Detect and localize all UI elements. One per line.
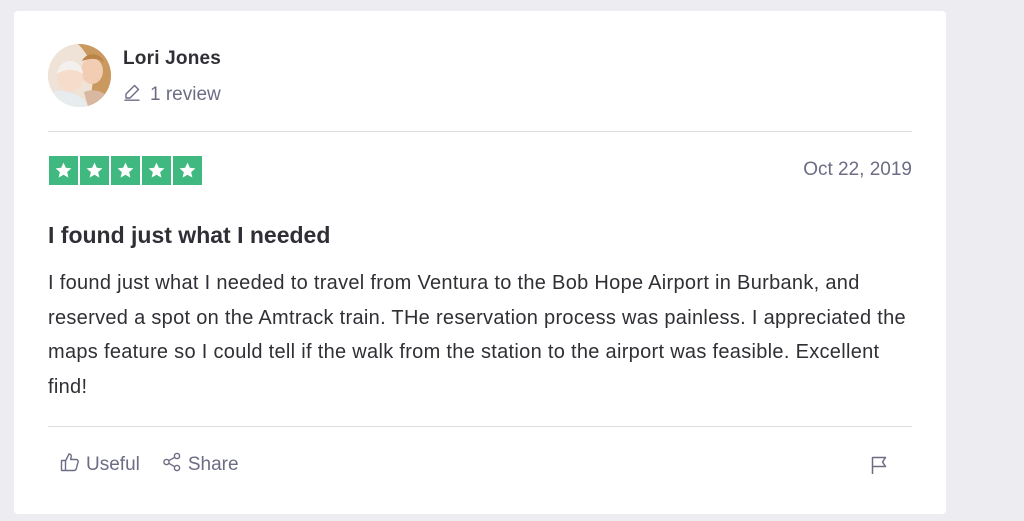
share-icon — [162, 452, 182, 478]
review-date: Oct 22, 2019 — [803, 159, 912, 180]
useful-button[interactable]: Useful — [60, 452, 140, 478]
star-icon — [80, 156, 109, 185]
reviewer-name[interactable]: Lori Jones — [123, 48, 221, 70]
review-card: Lori Jones 1 review Oct 22, 2019 I found… — [14, 11, 946, 514]
star-icon — [142, 156, 171, 185]
star-icon — [49, 156, 78, 185]
useful-label: Useful — [86, 454, 140, 475]
star-icon — [173, 156, 202, 185]
review-title[interactable]: I found just what I needed — [48, 222, 330, 249]
star-icon — [111, 156, 140, 185]
review-count: 1 review — [123, 83, 221, 107]
star-rating — [49, 156, 202, 185]
thumbs-up-icon — [60, 452, 80, 478]
share-label: Share — [187, 454, 239, 475]
avatar[interactable] — [48, 44, 111, 107]
footer-divider — [48, 426, 912, 427]
flag-icon — [870, 456, 888, 479]
pencil-icon — [123, 83, 141, 107]
share-button[interactable]: Share — [162, 452, 239, 478]
header-divider — [48, 131, 912, 132]
review-count-label: 1 review — [150, 84, 221, 105]
review-actions: Useful Share — [60, 452, 239, 478]
review-body: I found just what I needed to travel fro… — [48, 272, 906, 398]
report-button[interactable] — [870, 455, 888, 480]
